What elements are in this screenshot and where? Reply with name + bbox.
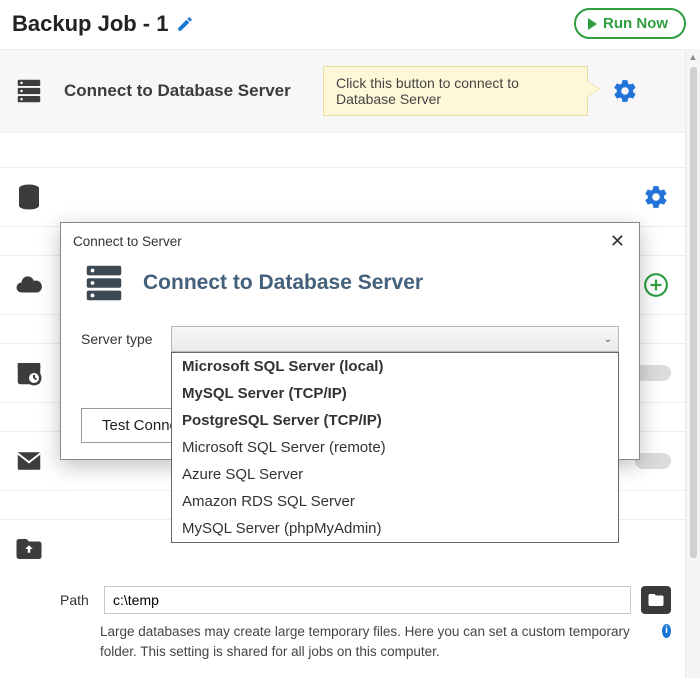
path-input[interactable] bbox=[104, 586, 631, 614]
server-icon bbox=[14, 76, 50, 106]
server-type-select[interactable]: ⌄ bbox=[171, 326, 619, 352]
plus-circle-icon[interactable] bbox=[643, 272, 671, 298]
info-icon[interactable]: i bbox=[662, 624, 671, 638]
play-icon bbox=[588, 18, 597, 30]
chevron-down-icon: ⌄ bbox=[604, 334, 612, 345]
dropdown-option[interactable]: Azure SQL Server bbox=[172, 461, 618, 488]
scroll-thumb[interactable] bbox=[690, 67, 697, 558]
page-header: Backup Job - 1 Run Now bbox=[0, 0, 700, 49]
envelope-icon bbox=[14, 446, 50, 476]
step-connect-db[interactable]: Connect to Database Server Click this bu… bbox=[0, 49, 685, 133]
connect-tooltip: Click this button to connect to Database… bbox=[323, 66, 588, 116]
path-row: Path bbox=[0, 578, 685, 618]
dialog-titlebar-text: Connect to Server bbox=[73, 234, 182, 249]
close-icon[interactable]: ✕ bbox=[606, 229, 629, 254]
gear-icon[interactable] bbox=[612, 78, 640, 104]
scroll-up-icon[interactable]: ▲ bbox=[689, 49, 698, 65]
page-title: Backup Job - 1 bbox=[12, 11, 168, 37]
dropdown-option[interactable]: MySQL Server (phpMyAdmin) bbox=[172, 515, 618, 542]
toggle-switch[interactable] bbox=[635, 453, 671, 469]
database-icon bbox=[14, 182, 50, 212]
server-icon bbox=[81, 260, 127, 306]
run-now-label: Run Now bbox=[603, 15, 668, 32]
gear-icon[interactable] bbox=[643, 184, 671, 210]
dialog-heading: Connect to Database Server bbox=[143, 271, 423, 295]
run-now-button[interactable]: Run Now bbox=[574, 8, 686, 39]
cloud-icon bbox=[14, 270, 50, 300]
server-type-label: Server type bbox=[81, 326, 161, 347]
toggle-switch[interactable] bbox=[635, 365, 671, 381]
calendar-clock-icon bbox=[14, 358, 50, 388]
dropdown-option[interactable]: PostgreSQL Server (TCP/IP) bbox=[172, 407, 618, 434]
path-hint-text: Large databases may create large tempora… bbox=[100, 622, 655, 661]
dropdown-option[interactable]: Amazon RDS SQL Server bbox=[172, 488, 618, 515]
folder-timer-icon bbox=[14, 534, 50, 564]
dropdown-option[interactable]: Microsoft SQL Server (local) bbox=[172, 353, 618, 380]
edit-icon[interactable] bbox=[176, 15, 194, 33]
path-label: Path bbox=[60, 592, 94, 608]
dropdown-option[interactable]: Microsoft SQL Server (remote) bbox=[172, 434, 618, 461]
browse-button[interactable] bbox=[641, 586, 671, 614]
server-type-dropdown: Microsoft SQL Server (local) MySQL Serve… bbox=[171, 352, 619, 543]
dropdown-option[interactable]: MySQL Server (TCP/IP) bbox=[172, 380, 618, 407]
vertical-scrollbar[interactable]: ▲ bbox=[685, 49, 700, 678]
step-connect-db-title: Connect to Database Server bbox=[64, 81, 309, 101]
step-select-data[interactable] bbox=[0, 167, 685, 227]
connect-tooltip-text: Click this button to connect to Database… bbox=[336, 75, 519, 107]
path-hint: Large databases may create large tempora… bbox=[0, 618, 685, 671]
connect-dialog: Connect to Server ✕ Connect to Database … bbox=[60, 222, 640, 460]
